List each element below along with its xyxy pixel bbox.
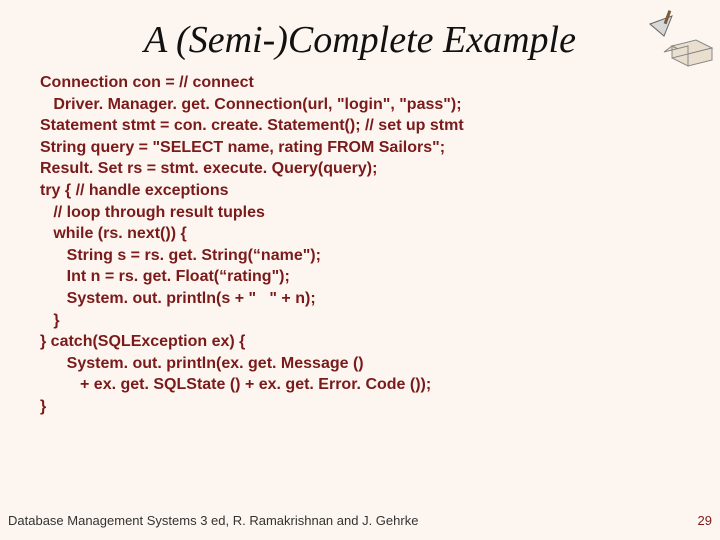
page-number: 29 [698, 513, 712, 528]
footer: Database Management Systems 3 ed, R. Ram… [8, 513, 712, 528]
slide: A (Semi-)Complete Example Connection con… [0, 0, 720, 540]
footer-credit: Database Management Systems 3 ed, R. Ram… [8, 513, 418, 528]
slide-title: A (Semi-)Complete Example [0, 0, 720, 72]
bricks-trowel-icon [644, 6, 714, 70]
code-block: Connection con = // connect Driver. Mana… [0, 72, 720, 418]
